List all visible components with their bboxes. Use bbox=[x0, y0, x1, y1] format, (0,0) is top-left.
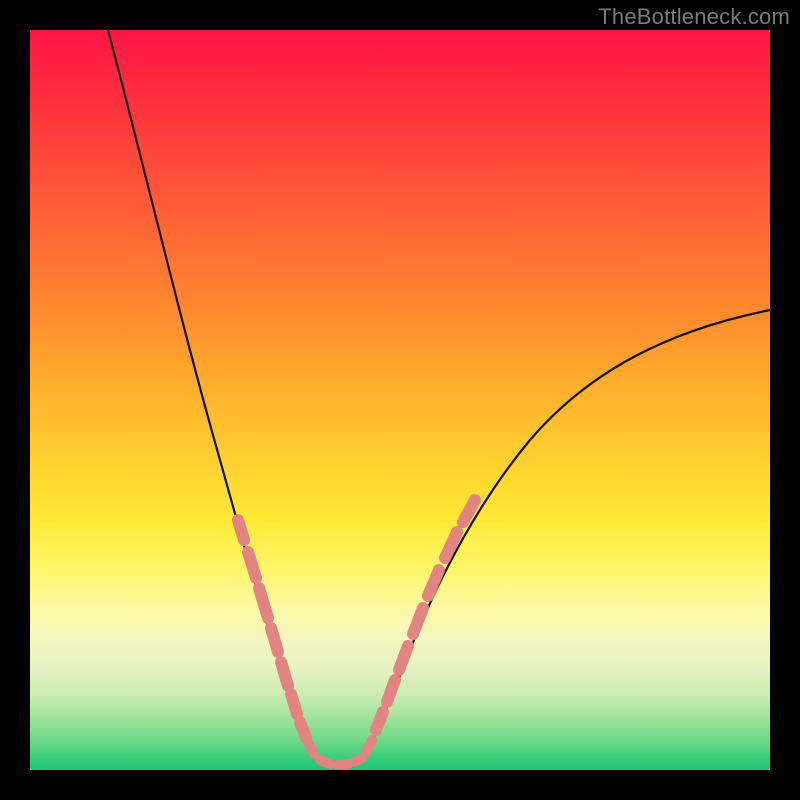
right-curve-highlight bbox=[366, 500, 475, 752]
right-curve bbox=[360, 310, 770, 762]
plot-area bbox=[30, 30, 770, 770]
watermark-text: TheBottleneck.com bbox=[598, 4, 790, 30]
left-curve-highlight bbox=[238, 520, 314, 754]
bottom-arc-highlight bbox=[320, 758, 362, 765]
left-curve bbox=[108, 30, 318, 760]
curve-layer bbox=[30, 30, 770, 770]
chart-frame: TheBottleneck.com bbox=[0, 0, 800, 800]
